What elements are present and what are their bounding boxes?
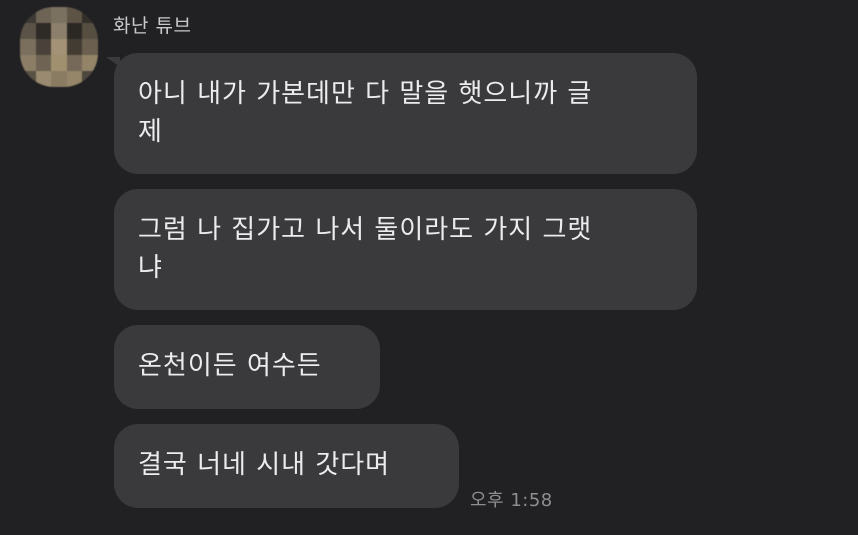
message-text: 아니 내가 가본데만 다 말을 햇으니까 글 제 [138, 79, 593, 147]
message-text: 온천이든 여수든 [138, 351, 322, 381]
message-bubble[interactable]: 아니 내가 가본데만 다 말을 햇으니까 글 제 [114, 53, 697, 174]
message-bubble[interactable]: 온천이든 여수든 [114, 325, 380, 409]
message-bubble[interactable]: 그럼 나 집가고 나서 둘이라도 가지 그랫 냐 [114, 189, 697, 310]
avatar[interactable] [20, 7, 98, 87]
message-bubble[interactable]: 결국 너네 시내 갓다며 [114, 424, 459, 508]
sender-name: 화난 튜브 [113, 15, 192, 37]
message-text: 결국 너네 시내 갓다며 [138, 450, 391, 480]
message-text: 그럼 나 집가고 나서 둘이라도 가지 그랫 냐 [138, 215, 593, 283]
message-timestamp: 오후 1:58 [470, 490, 553, 511]
